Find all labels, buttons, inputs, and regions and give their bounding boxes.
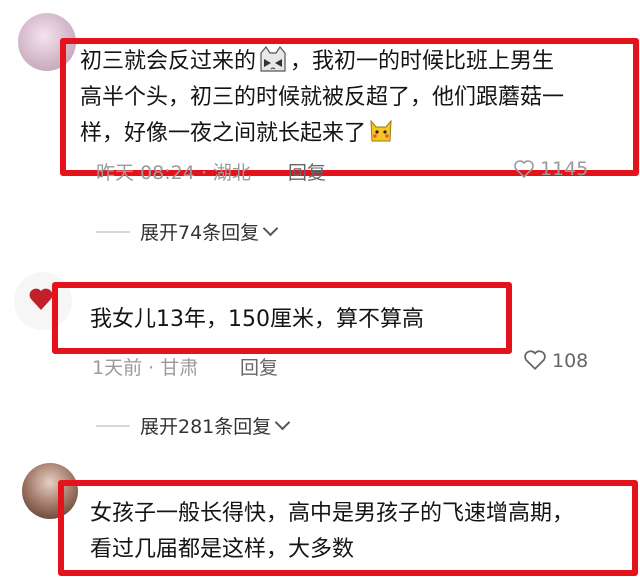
chevron-down-icon [274,414,291,431]
reply-button[interactable]: 回复 [240,353,278,380]
reply-button[interactable]: 回复 [288,158,326,185]
heart-icon [29,288,53,310]
like-button[interactable]: 108 [524,350,588,372]
comment-text: 初三就会反过来的 ，我初一的时候比班上男生 高半个头，初三的时候就被反超了，他们跟… [80,44,564,152]
divider [96,230,130,233]
expand-replies-button[interactable]: 展开74条回复 [96,218,279,245]
comment-text: 我女儿13年，150厘米，算不算高 [90,307,424,332]
pikachu-emoji-icon [370,119,392,142]
divider [96,424,130,427]
comment-meta: 昨天 08:24 · 湖北 [96,162,251,184]
like-button[interactable]: 1145 [514,158,588,180]
heart-icon [514,160,534,178]
comment-text: 女孩子一般长得快，高中是男孩子的飞速增高期， 看过几届都是这样，大多数 [90,501,575,562]
cat-emoji-icon [260,45,286,72]
like-count: 108 [552,350,589,372]
heart-icon [524,350,546,370]
like-count: 1145 [540,158,589,180]
comment-meta: 1天前 · 甘肃 [92,357,199,379]
chevron-down-icon [262,220,279,237]
expand-replies-button[interactable]: 展开281条回复 [96,412,291,439]
